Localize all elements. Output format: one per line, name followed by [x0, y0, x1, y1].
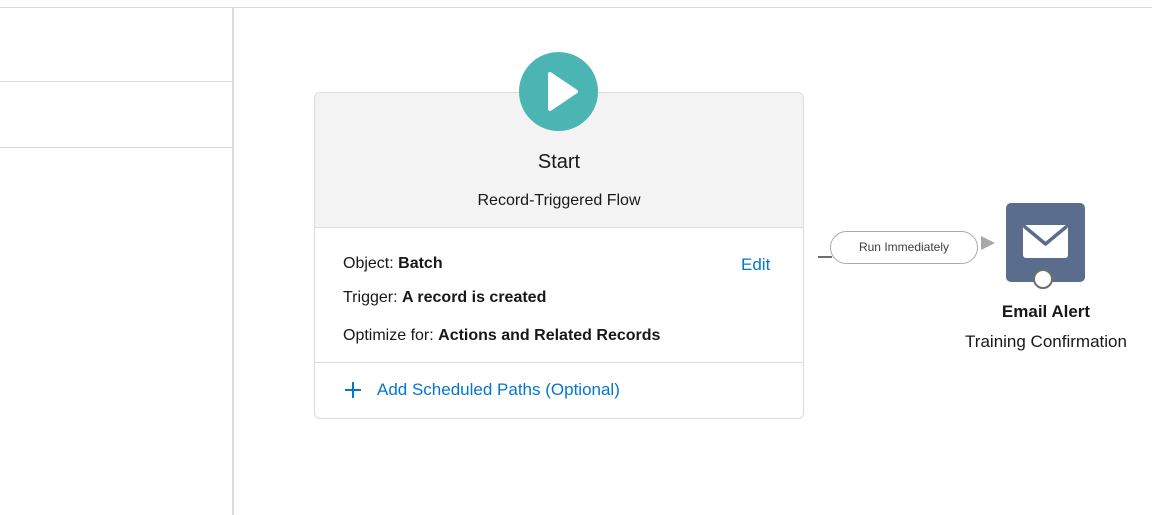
optimize-row: Optimize for: Actions and Related Record…	[343, 327, 660, 345]
add-scheduled-paths-label: Add Scheduled Paths (Optional)	[377, 380, 620, 399]
object-row: Object: Batch	[343, 255, 443, 273]
left-sidebar-panel	[0, 8, 232, 515]
plus-icon	[343, 380, 363, 400]
optimize-label: Optimize for:	[343, 327, 439, 344]
card-divider	[315, 362, 803, 363]
email-alert-subtitle: Training Confirmation	[965, 332, 1127, 351]
arrow-right-icon	[981, 236, 995, 250]
connector-node-icon[interactable]	[1033, 269, 1053, 289]
object-label: Object:	[343, 255, 399, 272]
start-element-card[interactable]: Start Record-Triggered Flow Object: Batc…	[314, 92, 804, 419]
sidebar-divider	[0, 81, 232, 82]
email-alert-title: Email Alert	[1001, 302, 1091, 321]
sidebar-border[interactable]	[232, 8, 234, 515]
trigger-label: Trigger:	[343, 289, 402, 306]
start-title: Start	[537, 151, 581, 173]
trigger-value: A record is created	[401, 289, 547, 306]
start-flow-type: Record-Triggered Flow	[477, 192, 641, 209]
object-value: Batch	[398, 255, 443, 272]
add-scheduled-paths-button[interactable]: Add Scheduled Paths (Optional)	[343, 380, 620, 400]
play-icon[interactable]	[519, 52, 598, 131]
trigger-row: Trigger: A record is created	[343, 289, 546, 307]
run-immediately-label[interactable]: Run Immediately	[830, 231, 978, 264]
connector-line	[818, 256, 832, 258]
sidebar-divider	[0, 147, 232, 148]
optimize-value: Actions and Related Records	[438, 327, 661, 344]
edit-link[interactable]: Edit	[741, 255, 770, 275]
